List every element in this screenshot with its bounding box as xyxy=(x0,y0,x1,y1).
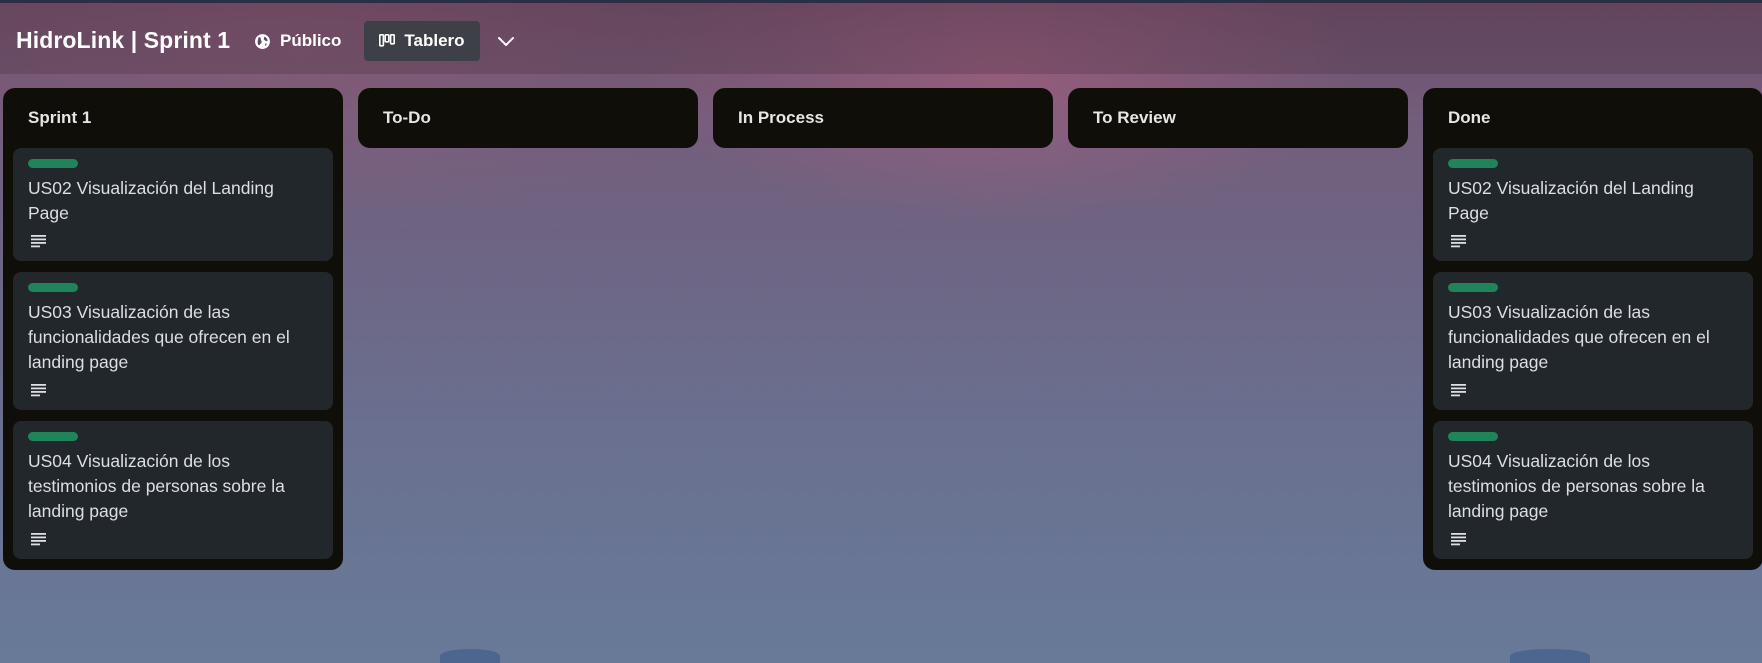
list-title[interactable]: To Review xyxy=(1068,88,1408,148)
description-icon xyxy=(31,533,46,546)
chevron-down-icon xyxy=(498,36,514,46)
board-view-button[interactable]: Tablero xyxy=(364,21,480,61)
list-to-review: To Review xyxy=(1068,88,1408,148)
list-title[interactable]: In Process xyxy=(713,88,1053,148)
card-title: US03 Visualización de las funcionalidade… xyxy=(1448,302,1710,372)
card-title: US03 Visualización de las funcionalidade… xyxy=(28,302,290,372)
list-title[interactable]: To-Do xyxy=(358,88,698,148)
background-mountain xyxy=(1510,649,1590,663)
card-title: US04 Visualización de los testimonios de… xyxy=(28,451,285,521)
card-label-green[interactable] xyxy=(1448,283,1498,292)
list-done: Done US02 Visualización del Landing Page… xyxy=(1423,88,1762,570)
list-title[interactable]: Done xyxy=(1423,88,1762,148)
description-icon xyxy=(31,235,46,248)
description-icon xyxy=(1451,384,1466,397)
card-label-green[interactable] xyxy=(28,432,78,441)
list-title[interactable]: Sprint 1 xyxy=(3,88,343,148)
card[interactable]: US03 Visualización de las funcionalidade… xyxy=(1433,272,1753,410)
card-label-green[interactable] xyxy=(1448,432,1498,441)
card[interactable]: US02 Visualización del Landing Page xyxy=(13,148,333,261)
visibility-button[interactable]: Público xyxy=(254,25,341,57)
card-label-green[interactable] xyxy=(1448,159,1498,168)
description-icon xyxy=(31,384,46,397)
globe-icon xyxy=(255,33,270,49)
board-view-label: Tablero xyxy=(404,31,465,50)
card-title: US02 Visualización del Landing Page xyxy=(1448,178,1694,223)
visibility-label: Público xyxy=(280,31,342,50)
board-header: HidroLink | Sprint 1 Público Tablero xyxy=(0,3,1762,74)
card-title: US02 Visualización del Landing Page xyxy=(28,178,274,223)
list-to-do: To-Do xyxy=(358,88,698,148)
card[interactable]: US04 Visualización de los testimonios de… xyxy=(13,421,333,559)
board-title[interactable]: HidroLink | Sprint 1 xyxy=(16,27,230,54)
card-label-green[interactable] xyxy=(28,283,78,292)
card-title: US04 Visualización de los testimonios de… xyxy=(1448,451,1705,521)
description-icon xyxy=(1451,533,1466,546)
views-dropdown-button[interactable] xyxy=(490,25,522,57)
list-sprint-1: Sprint 1 US02 Visualización del Landing … xyxy=(3,88,343,570)
description-icon xyxy=(1451,235,1466,248)
card-container: US02 Visualización del Landing Page US03… xyxy=(1423,148,1762,570)
board-icon xyxy=(379,34,396,47)
list-in-process: In Process xyxy=(713,88,1053,148)
card-container: US02 Visualización del Landing Page US03… xyxy=(3,148,343,570)
card[interactable]: US02 Visualización del Landing Page xyxy=(1433,148,1753,261)
background-mountain xyxy=(440,649,500,663)
card-label-green[interactable] xyxy=(28,159,78,168)
card[interactable]: US04 Visualización de los testimonios de… xyxy=(1433,421,1753,559)
card[interactable]: US03 Visualización de las funcionalidade… xyxy=(13,272,333,410)
